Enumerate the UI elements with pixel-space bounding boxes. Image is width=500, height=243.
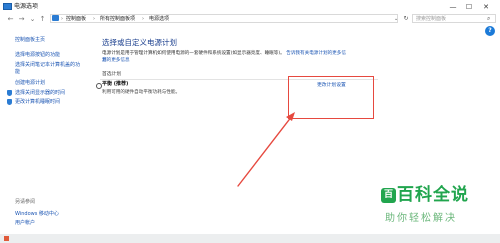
breadcrumb-separator: › [61, 16, 63, 22]
address-dropdown-icon[interactable]: ⌄ [394, 14, 400, 24]
recent-dropdown-icon[interactable]: ⌄ [28, 14, 37, 24]
see-also-heading: 另请参阅 [15, 199, 36, 205]
up-arrow-icon[interactable]: ↑ [38, 14, 47, 24]
search-placeholder: 搜索控制面板 [416, 16, 447, 22]
see-also-user-accounts[interactable]: 用户帐户 [15, 220, 35, 227]
window-title: 电源选项 [14, 3, 39, 10]
breadcrumb-all-items[interactable]: 所有控制面板项 [100, 14, 135, 24]
breadcrumb-control-panel[interactable]: 控制面板 [66, 14, 86, 24]
section-title: 首选计划 [102, 72, 122, 77]
description-text: 电源计划是用于管理计算机如何使用电源的一套硬件和系统设置(如显示器亮度、睡眠等)… [102, 51, 285, 56]
plan-name: 平衡 (推荐) [102, 81, 129, 87]
sidebar-item-lid-close[interactable]: 选择关闭笔记本计算机盖的功 [15, 62, 80, 69]
sidebar-item-power-buttons[interactable]: 选择电源按钮的功能 [15, 52, 60, 59]
breadcrumb-power-options[interactable]: 电源选项 [149, 14, 169, 24]
annotation-arrow [237, 112, 295, 187]
sidebar-item-control-panel-home[interactable]: 控制面板主页 [15, 37, 45, 44]
taskbar-app-icon[interactable] [4, 236, 9, 241]
see-also-mobility-center[interactable]: Windows 移动中心 [15, 211, 59, 218]
power-options-app-icon [3, 3, 12, 10]
sidebar-item-lid-close-cont[interactable]: 能 [15, 69, 20, 76]
watermark-logo: 百 [381, 188, 396, 203]
title-bar [0, 0, 500, 14]
shield-icon [7, 99, 12, 105]
page-title: 选择或自定义电源计划 [102, 38, 177, 47]
search-icon[interactable]: ⌕ [487, 14, 490, 24]
forward-arrow-icon[interactable]: → [17, 14, 26, 24]
highlight-box [288, 76, 374, 119]
breadcrumb-separator: › [142, 16, 144, 22]
page-description: 电源计划是用于管理计算机如何使用电源的一套硬件和系统设置(如显示器亮度、睡眠等)… [102, 50, 347, 64]
close-button[interactable]: ✕ [479, 1, 493, 13]
taskbar-strip [0, 234, 500, 243]
sidebar-item-sleep-time[interactable]: 更改计算机睡眠时间 [15, 99, 60, 106]
minimize-button[interactable]: — [446, 1, 460, 13]
refresh-icon[interactable]: ↻ [402, 14, 410, 24]
control-panel-icon [52, 15, 59, 21]
help-icon[interactable]: ? [485, 26, 495, 36]
watermark-title: 百科全说 [397, 185, 469, 205]
watermark-subtitle: 助你轻松解决 [385, 213, 457, 224]
plan-description: 利用可用的硬件自动平衡功耗与性能。 [102, 90, 181, 95]
learn-more-link-cont[interactable]: 划的更多信息 [102, 57, 130, 64]
maximize-button[interactable]: ☐ [462, 1, 476, 13]
back-arrow-icon[interactable]: ← [6, 14, 15, 24]
breadcrumb-separator: › [93, 16, 95, 22]
sidebar-item-display-off[interactable]: 选择关闭显示器的时间 [15, 90, 65, 97]
shield-icon [7, 90, 12, 96]
sidebar-item-create-plan[interactable]: 创建电源计划 [15, 80, 45, 87]
